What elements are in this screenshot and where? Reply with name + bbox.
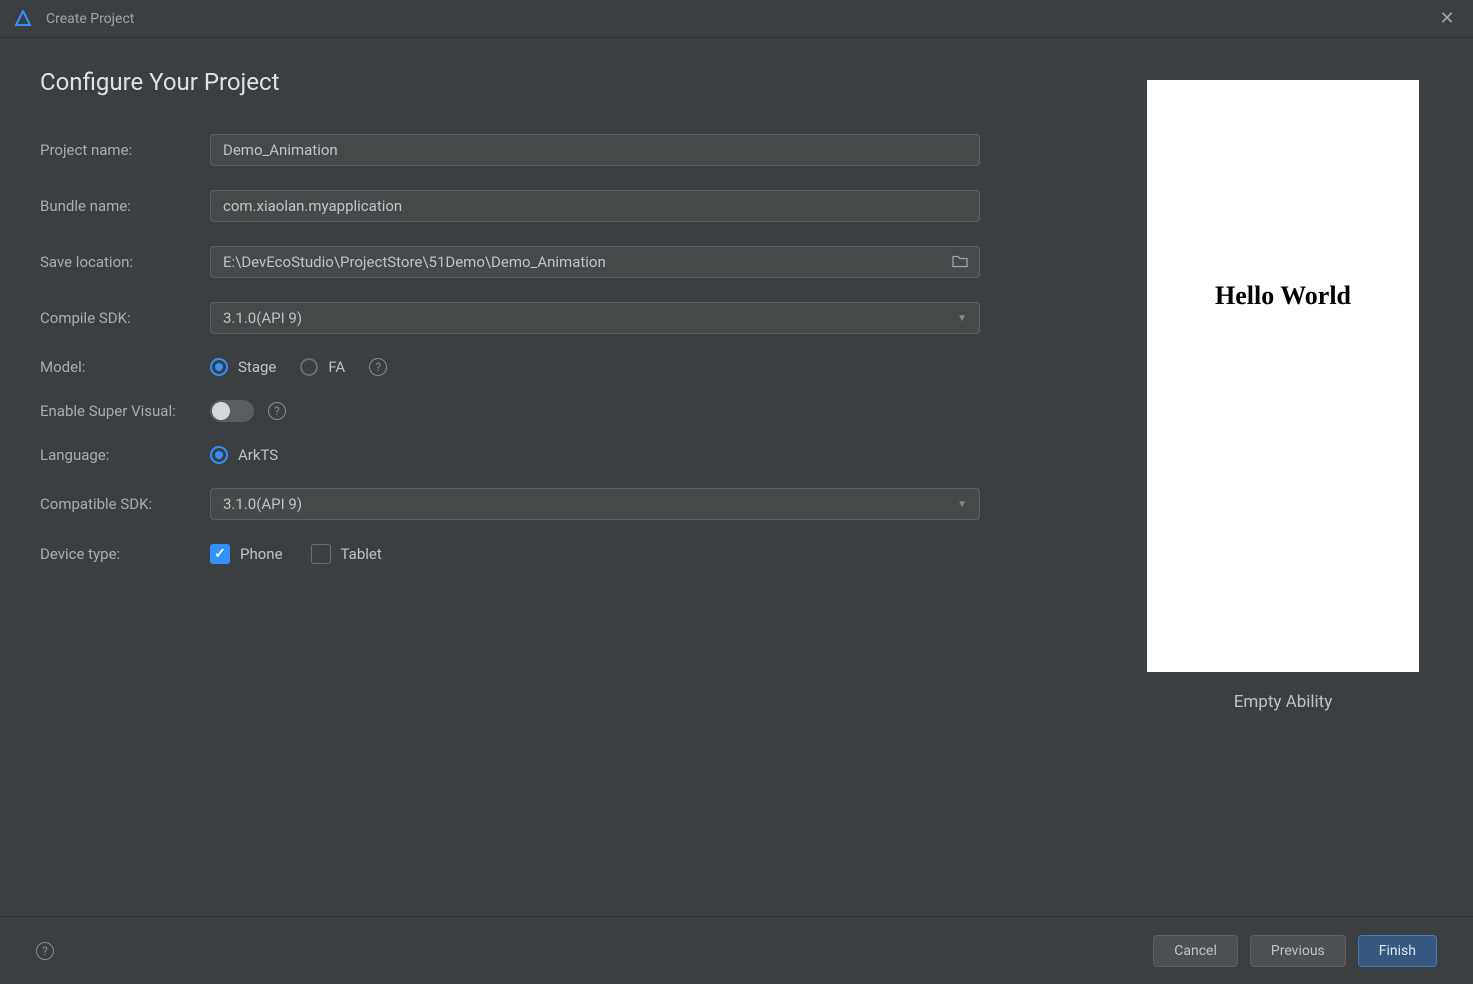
label-compatible-sdk: Compatible SDK: (40, 495, 210, 513)
radio-language-arkts[interactable]: ArkTS (210, 446, 278, 464)
finish-button[interactable]: Finish (1358, 935, 1437, 967)
row-language: Language: ArkTS (40, 446, 1093, 464)
radio-circle-icon (210, 446, 228, 464)
chevron-down-icon: ▼ (957, 313, 967, 324)
preview-phone: Hello World (1147, 80, 1419, 672)
label-language: Language: (40, 446, 210, 464)
value-project-name: Demo_Animation (223, 141, 338, 159)
label-bundle-name: Bundle name: (40, 197, 210, 215)
input-bundle-name[interactable]: com.xiaolan.myapplication (210, 190, 980, 222)
radio-circle-icon (210, 358, 228, 376)
help-icon[interactable]: ? (268, 402, 286, 420)
page-title: Configure Your Project (40, 68, 1093, 96)
preview-caption: Empty Ability (1234, 692, 1333, 712)
label-project-name: Project name: (40, 141, 210, 159)
app-logo-icon (14, 10, 32, 28)
checkbox-label-tablet: Tablet (341, 545, 382, 563)
label-model: Model: (40, 358, 210, 376)
radio-label-stage: Stage (238, 358, 276, 376)
previous-button[interactable]: Previous (1250, 935, 1346, 967)
value-bundle-name: com.xiaolan.myapplication (223, 197, 402, 215)
radio-circle-icon (300, 358, 318, 376)
row-device-type: Device type: ✓ Phone Tablet (40, 544, 1093, 564)
row-compile-sdk: Compile SDK: 3.1.0(API 9) ▼ (40, 302, 1093, 334)
label-save-location: Save location: (40, 253, 210, 271)
checkbox-icon (311, 544, 331, 564)
footer-buttons: Cancel Previous Finish (1153, 935, 1437, 967)
radio-label-arkts: ArkTS (238, 446, 278, 464)
cancel-button[interactable]: Cancel (1153, 935, 1238, 967)
row-super-visual: Enable Super Visual: ? (40, 400, 1093, 422)
preview-content: Hello World (1215, 281, 1351, 311)
row-save-location: Save location: E:\DevEcoStudio\ProjectSt… (40, 246, 1093, 278)
checkbox-device-tablet[interactable]: Tablet (311, 544, 382, 564)
radio-label-fa: FA (328, 358, 345, 376)
preview-area: Hello World Empty Ability (1133, 68, 1433, 916)
value-compile-sdk: 3.1.0(API 9) (223, 309, 302, 327)
select-compatible-sdk[interactable]: 3.1.0(API 9) ▼ (210, 488, 980, 520)
input-project-name[interactable]: Demo_Animation (210, 134, 980, 166)
checkbox-group-device: ✓ Phone Tablet (210, 544, 980, 564)
row-compatible-sdk: Compatible SDK: 3.1.0(API 9) ▼ (40, 488, 1093, 520)
row-bundle-name: Bundle name: com.xiaolan.myapplication (40, 190, 1093, 222)
row-project-name: Project name: Demo_Animation (40, 134, 1093, 166)
label-compile-sdk: Compile SDK: (40, 309, 210, 327)
radio-group-model: Stage FA ? (210, 358, 980, 376)
value-save-location: E:\DevEcoStudio\ProjectStore\51Demo\Demo… (223, 253, 606, 271)
row-model: Model: Stage FA ? (40, 358, 1093, 376)
radio-model-stage[interactable]: Stage (210, 358, 276, 376)
help-icon[interactable]: ? (369, 358, 387, 376)
chevron-down-icon: ▼ (957, 499, 967, 510)
select-compile-sdk[interactable]: 3.1.0(API 9) ▼ (210, 302, 980, 334)
close-icon[interactable]: ✕ (1435, 8, 1459, 29)
content-area: Configure Your Project Project name: Dem… (0, 38, 1473, 916)
footer: ? Cancel Previous Finish (0, 916, 1473, 984)
value-compatible-sdk: 3.1.0(API 9) (223, 495, 302, 513)
radio-group-language: ArkTS (210, 446, 980, 464)
checkbox-icon: ✓ (210, 544, 230, 564)
toggle-super-visual[interactable] (210, 400, 254, 422)
titlebar: Create Project ✕ (0, 0, 1473, 38)
help-icon[interactable]: ? (36, 942, 54, 960)
label-super-visual: Enable Super Visual: (40, 402, 210, 420)
checkbox-label-phone: Phone (240, 545, 283, 563)
input-save-location[interactable]: E:\DevEcoStudio\ProjectStore\51Demo\Demo… (210, 246, 980, 278)
radio-model-fa[interactable]: FA (300, 358, 345, 376)
toggle-knob-icon (212, 402, 230, 420)
label-device-type: Device type: (40, 545, 210, 563)
folder-browse-icon[interactable] (952, 253, 968, 272)
checkbox-device-phone[interactable]: ✓ Phone (210, 544, 283, 564)
window-title: Create Project (46, 11, 1435, 27)
form-area: Configure Your Project Project name: Dem… (40, 68, 1133, 916)
